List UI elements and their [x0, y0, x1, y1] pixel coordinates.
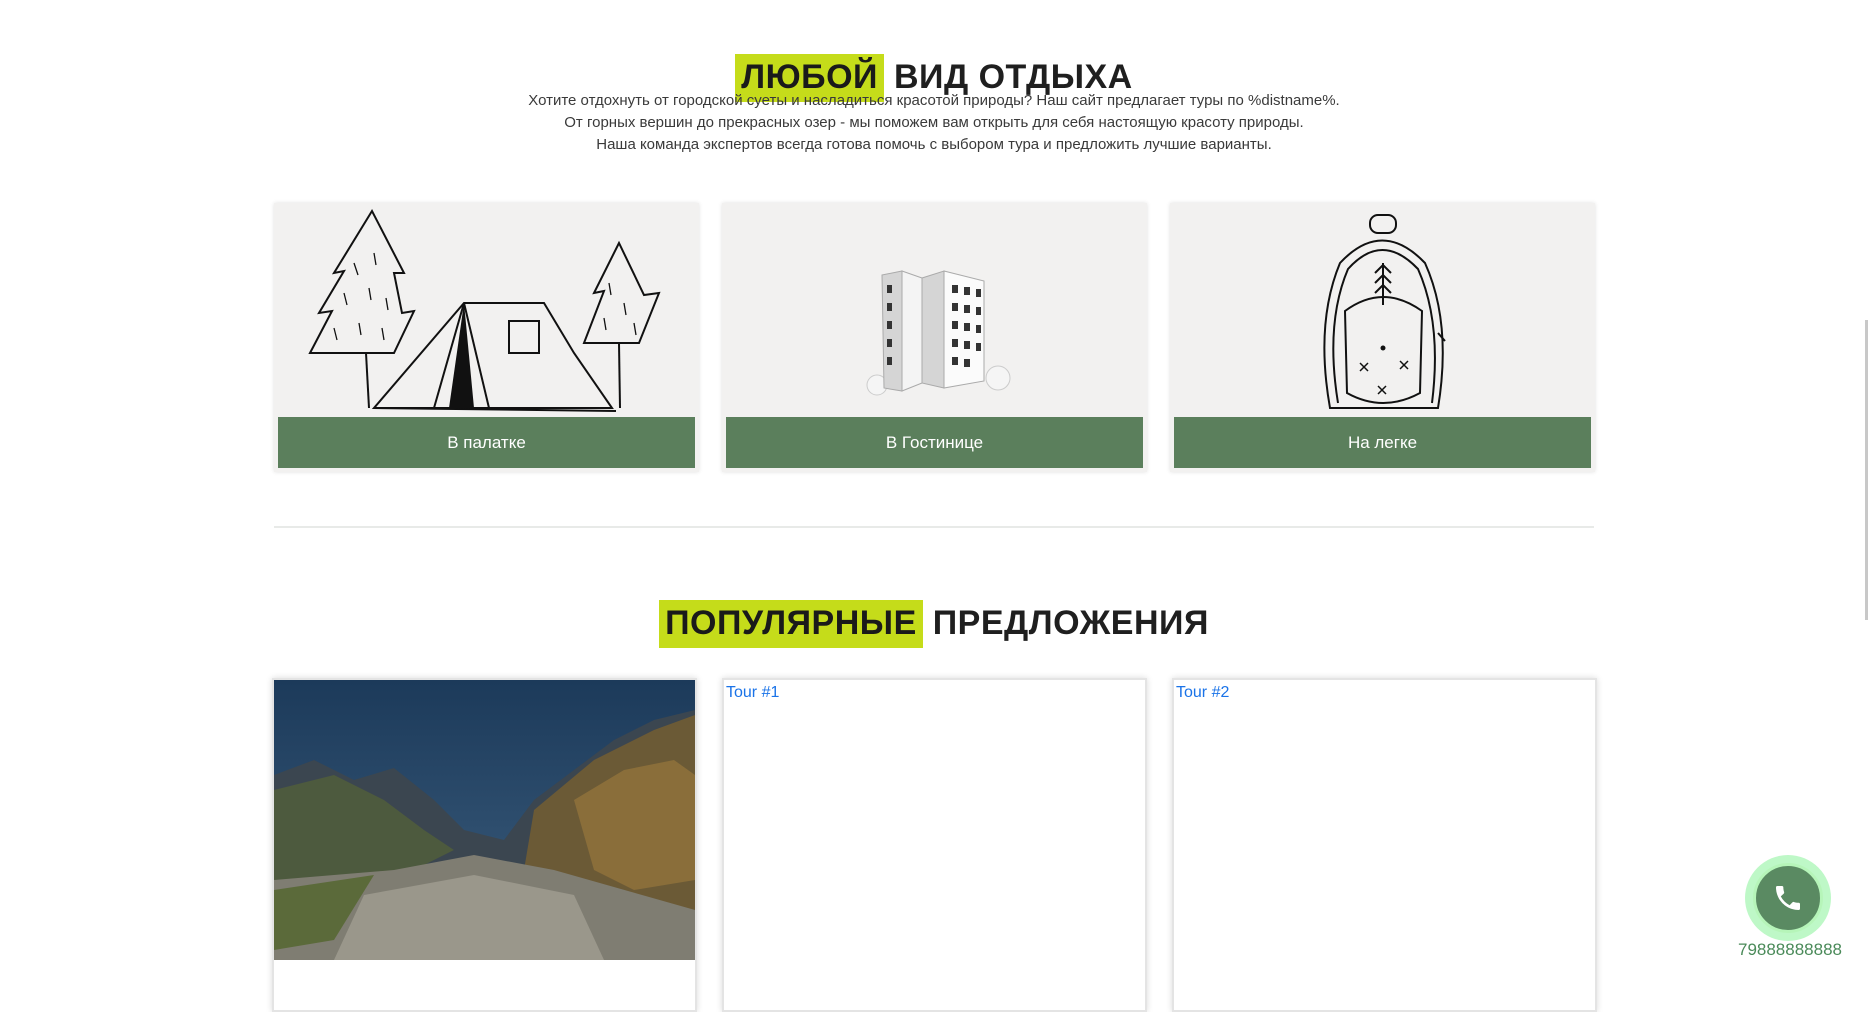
- rest-type-card-hotel[interactable]: В Гостинице: [722, 203, 1147, 472]
- rest-type-card-light[interactable]: На легке: [1170, 203, 1595, 472]
- backpack-icon: [1323, 214, 1446, 409]
- call-button[interactable]: [1745, 855, 1831, 941]
- tour-link[interactable]: Tour #2: [1176, 684, 1229, 702]
- rest-type-label: На легке: [1174, 417, 1591, 468]
- tour-card[interactable]: Tour #2: [1172, 678, 1597, 1012]
- title-rest: ПРЕДЛОЖЕНИЯ: [932, 604, 1209, 643]
- intro-text: Хотите отдохнуть от городской суеты и на…: [0, 90, 1868, 156]
- tour-link[interactable]: Tour #1: [726, 684, 779, 702]
- rest-type-label: В палатке: [278, 417, 695, 468]
- intro-line: Хотите отдохнуть от городской суеты и на…: [528, 92, 1340, 109]
- intro-line: Наша команда экспертов всегда готова пом…: [596, 136, 1272, 153]
- phone-number[interactable]: 79888888888: [1720, 940, 1860, 960]
- call-button-inner: [1753, 863, 1823, 933]
- phone-icon: [1776, 886, 1800, 910]
- tent-icon: [308, 208, 661, 412]
- intro-line: От горных вершин до прекрасных озер - мы…: [564, 114, 1304, 131]
- tour-card-photo[interactable]: [272, 678, 697, 1012]
- rest-type-card-tent[interactable]: В палатке: [274, 203, 699, 472]
- section-divider: [274, 526, 1594, 528]
- rest-type-label: В Гостинице: [726, 417, 1143, 468]
- tour-card[interactable]: Tour #1: [722, 678, 1147, 1012]
- hotel-icon: [866, 270, 1011, 396]
- mountain-river-photo: [274, 680, 695, 960]
- title-highlight: ПОПУЛЯРНЫЕ: [659, 600, 923, 649]
- section-title-popular: ПОПУЛЯРНЫЕ ПРЕДЛОЖЕНИЯ: [0, 600, 1868, 649]
